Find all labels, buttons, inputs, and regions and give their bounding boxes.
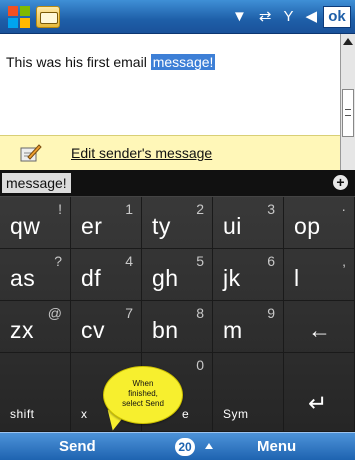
tooltip-text: When finished, select Send [122, 379, 164, 408]
send-hint-tooltip: When finished, select Send [103, 366, 183, 424]
signal-triangle-icon: ▼ [232, 8, 247, 25]
key-ty[interactable]: ty 2 [142, 197, 213, 249]
title-bar: ▼ ⇄ Y ◀ ok [0, 0, 355, 34]
status-icons: ▼ ⇄ Y ◀ [232, 7, 317, 27]
selected-text[interactable]: message! [150, 54, 216, 70]
softkey-bar: Send 20 Menu [0, 432, 355, 460]
enter-icon: ↵ [308, 390, 328, 416]
key-m[interactable]: m 9 [213, 301, 284, 353]
key-er[interactable]: er 1 [71, 197, 142, 249]
key-as[interactable]: as ? [0, 249, 71, 301]
key-cv[interactable]: cv 7 [71, 301, 142, 353]
send-softkey[interactable]: Send [59, 438, 96, 455]
enter-key[interactable]: ↵ [284, 353, 355, 432]
key-ui[interactable]: ui 3 [213, 197, 284, 249]
input-mode-badge[interactable]: 20 [175, 438, 195, 456]
sym-key[interactable]: Sym [213, 353, 284, 432]
key-qw[interactable]: qw ! [0, 197, 71, 249]
antenna-icon: Y [283, 8, 294, 25]
speaker-icon[interactable]: ◀ [305, 7, 317, 27]
plus-icon[interactable]: + [333, 175, 348, 190]
scroll-thumb[interactable] [342, 89, 354, 137]
edit-sender-bar[interactable]: Edit sender's message [0, 135, 340, 170]
message-text[interactable]: This was his first email message! [6, 54, 216, 70]
vertical-scrollbar[interactable] [340, 34, 355, 170]
key-op[interactable]: op · [284, 197, 355, 249]
keyboard-input-row: message! + [0, 170, 355, 197]
key-l[interactable]: l , [284, 249, 355, 301]
message-text-before: This was his first email [6, 54, 147, 70]
edit-sender-message-link[interactable]: Edit sender's message [71, 145, 212, 161]
caret-up-icon[interactable] [205, 443, 213, 449]
windows-flag-icon[interactable] [6, 4, 32, 30]
ok-button[interactable]: ok [323, 6, 351, 28]
sync-arrows-icon: ⇄ [258, 8, 272, 25]
key-jk[interactable]: jk 6 [213, 249, 284, 301]
key-zx[interactable]: zx @ [0, 301, 71, 353]
message-body[interactable]: This was his first email message! [0, 34, 340, 135]
backspace-icon: ← [308, 317, 332, 343]
key-gh[interactable]: gh 5 [142, 249, 213, 301]
scroll-up-arrow-icon[interactable] [343, 38, 353, 45]
shift-key[interactable]: shift [0, 353, 71, 432]
pencil-note-icon [20, 144, 42, 162]
key-df[interactable]: df 4 [71, 249, 142, 301]
keyboard-input-text[interactable]: message! [2, 173, 71, 193]
email-app-icon [36, 6, 60, 28]
backspace-key[interactable]: ← [284, 301, 355, 353]
menu-softkey[interactable]: Menu [257, 438, 296, 455]
key-bn[interactable]: bn 8 [142, 301, 213, 353]
